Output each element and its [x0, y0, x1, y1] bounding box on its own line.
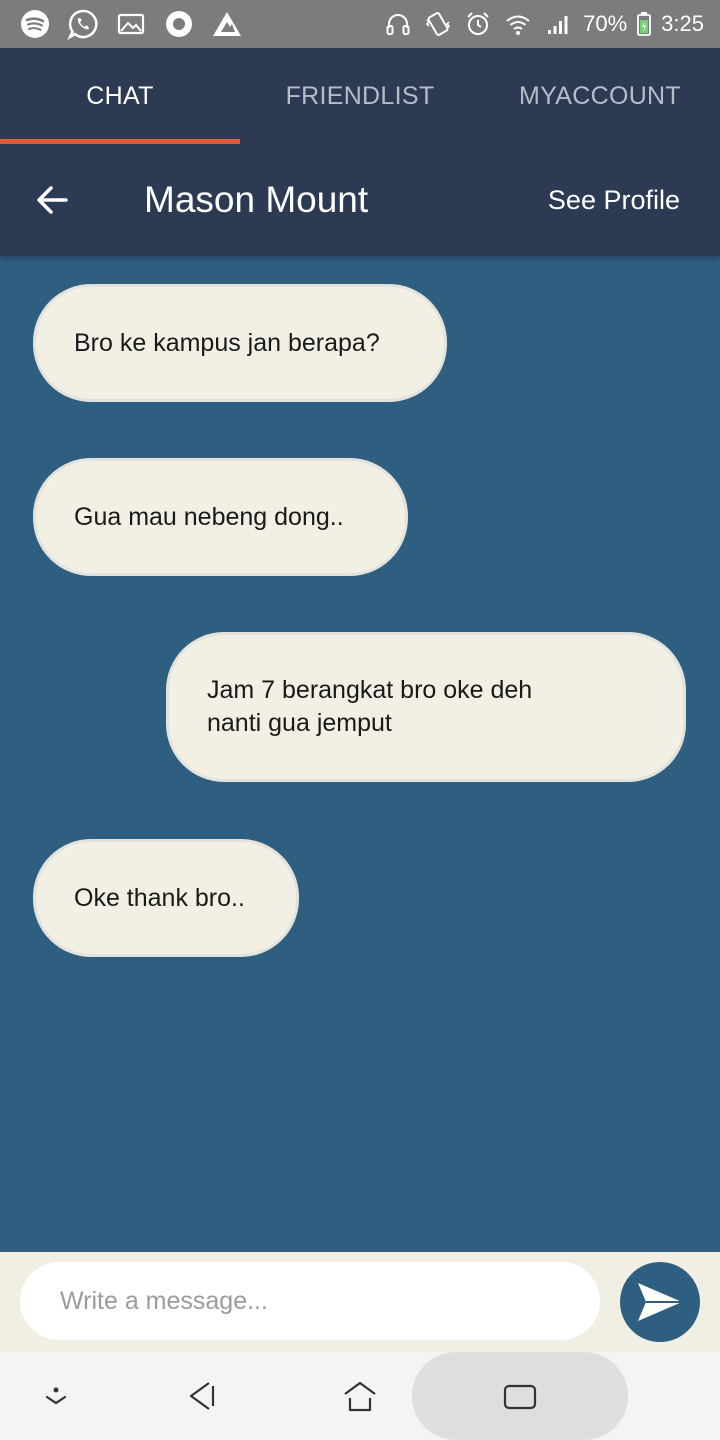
message-composer — [0, 1252, 720, 1352]
alarm-icon — [463, 9, 493, 39]
back-button[interactable] — [22, 170, 82, 230]
signal-icon — [543, 9, 573, 39]
recents-icon — [503, 1384, 537, 1410]
hide-nav-button[interactable] — [30, 1352, 82, 1440]
tab-friendlist[interactable]: FRIENDLIST — [240, 48, 480, 144]
system-nav-bar — [0, 1352, 720, 1440]
send-icon — [638, 1283, 682, 1321]
home-icon — [344, 1381, 376, 1412]
clock: 3:25 — [661, 11, 704, 36]
see-profile-link[interactable]: See Profile — [548, 185, 680, 216]
chat-header: Mason Mount See Profile — [0, 144, 720, 256]
status-bar: 70% 3:25 — [0, 0, 720, 48]
warning-icon — [210, 7, 244, 41]
main-tabs: CHAT FRIENDLIST MYACCOUNT — [0, 48, 720, 144]
arrow-left-icon — [37, 186, 68, 214]
message-bubble-received: Oke thank bro.. — [33, 839, 299, 957]
headphones-icon — [383, 9, 413, 39]
wifi-icon — [503, 9, 533, 39]
system-indicators: 70% 3:25 — [383, 9, 704, 39]
message-bubble-received: Bro ke kampus jan berapa? — [33, 284, 447, 402]
spotify-icon — [18, 7, 52, 41]
tab-myaccount[interactable]: MYACCOUNT — [480, 48, 720, 144]
contact-name: Mason Mount — [144, 179, 369, 220]
circle-app-icon — [162, 7, 196, 41]
message-list[interactable]: Bro ke kampus jan berapa? Gua mau nebeng… — [0, 256, 720, 1252]
whatsapp-icon — [66, 7, 100, 41]
tab-chat[interactable]: CHAT — [0, 48, 240, 144]
recents-nav-button[interactable] — [494, 1352, 546, 1440]
battery-percentage: 70% — [583, 11, 628, 36]
message-text: Bro ke kampus jan berapa? — [74, 328, 380, 357]
message-text: Gua mau nebeng dong.. — [74, 502, 344, 531]
vibrate-icon — [423, 9, 453, 39]
triangle-back-icon — [189, 1382, 215, 1410]
message-text: Jam 7 berangkat bro oke deh nanti gua je… — [207, 676, 533, 737]
gallery-icon — [114, 7, 148, 41]
send-button[interactable] — [620, 1262, 700, 1342]
message-bubble-received: Gua mau nebeng dong.. — [33, 458, 408, 576]
message-text: Oke thank bro.. — [74, 883, 245, 912]
notification-icons — [18, 7, 244, 41]
message-input[interactable] — [20, 1262, 600, 1340]
battery-icon — [637, 12, 652, 36]
chevron-down-icon — [45, 1387, 67, 1405]
back-nav-button[interactable] — [176, 1352, 228, 1440]
home-nav-button[interactable] — [334, 1352, 386, 1440]
message-bubble-sent: Jam 7 berangkat bro oke deh nanti gua je… — [166, 632, 686, 782]
